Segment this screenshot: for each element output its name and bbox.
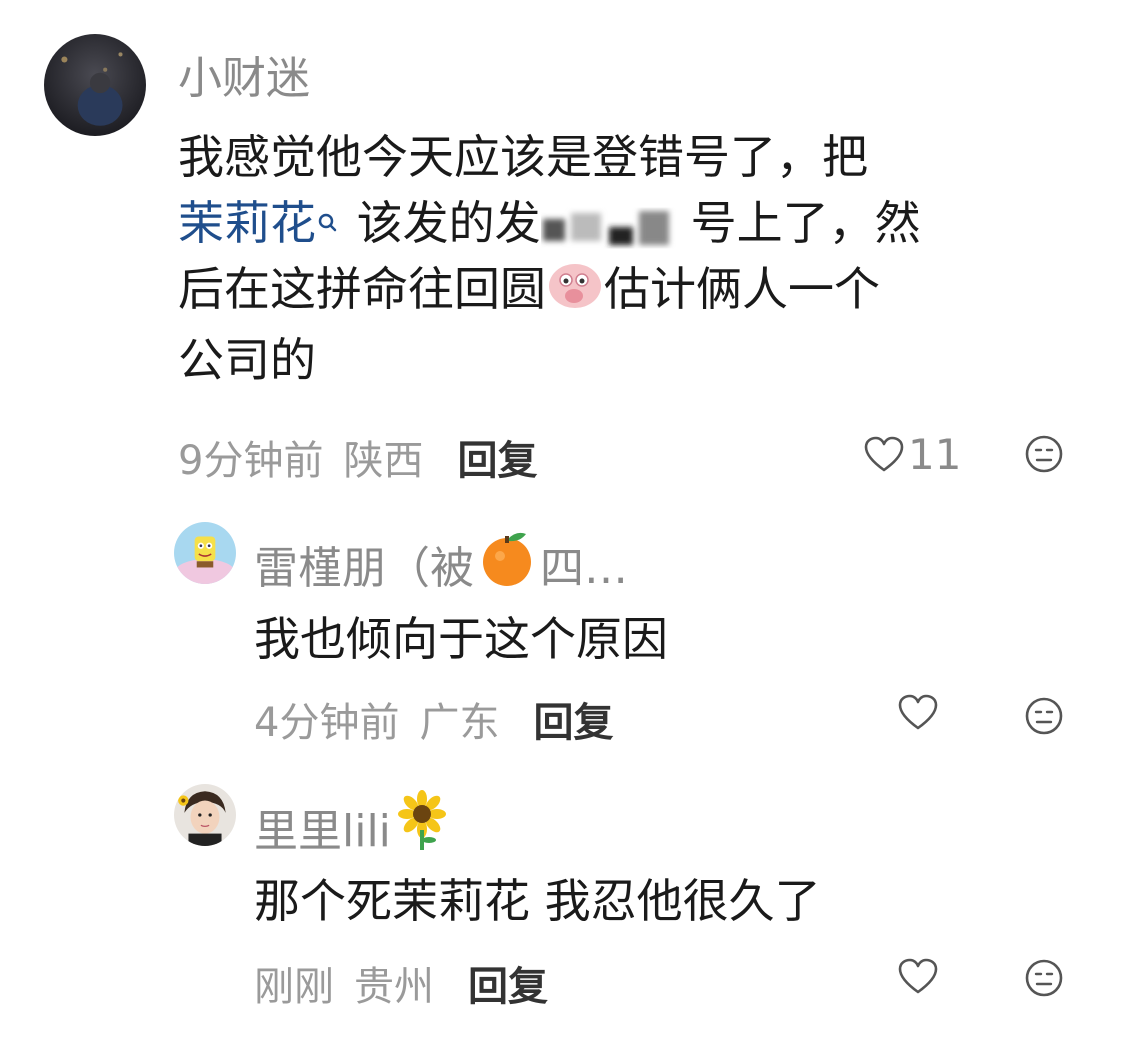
heart-outline-icon bbox=[898, 694, 938, 732]
search-icon[interactable] bbox=[316, 190, 342, 256]
comment-fragment: 号上了，然 bbox=[690, 196, 921, 250]
reply-button[interactable]: 回复 bbox=[533, 690, 613, 748]
username-text: 里里lili bbox=[254, 805, 391, 857]
location: 贵州 bbox=[354, 964, 434, 1010]
comment-meta: 刚刚 贵州 回复 bbox=[254, 954, 548, 1012]
like-button[interactable]: 11 bbox=[864, 430, 961, 479]
timestamp: 4分钟前 bbox=[254, 700, 400, 746]
like-button[interactable] bbox=[898, 694, 938, 732]
blurred-redaction bbox=[541, 201, 691, 253]
dislike-button[interactable] bbox=[1024, 696, 1064, 736]
reply-button[interactable]: 回复 bbox=[468, 954, 548, 1012]
comment-fragment: 该发的发 bbox=[356, 196, 541, 250]
like-count: 11 bbox=[908, 430, 962, 479]
heart-outline-icon bbox=[864, 436, 904, 474]
comment-line: 公司的 bbox=[178, 333, 316, 387]
covering-mouth-emoji bbox=[546, 258, 604, 327]
comment-fragment: 估计俩人一个 bbox=[604, 262, 880, 316]
location: 广东 bbox=[419, 700, 500, 746]
comment-body: 我感觉他今天应该是登错号了，把 茉莉花 该发的发 号上了，然 后在这拼命往回圆 … bbox=[178, 124, 1098, 393]
comment-meta: 9分钟前 陕西 回复 bbox=[178, 428, 537, 486]
username-text: 雷槿朋（被 bbox=[254, 542, 474, 594]
neutral-face-icon bbox=[1024, 696, 1064, 736]
comment-line: 我感觉他今天应该是登错号了，把 bbox=[178, 130, 868, 184]
topic-link[interactable]: 茉莉花 bbox=[178, 196, 316, 250]
username-text: 四… bbox=[540, 542, 628, 594]
dislike-button[interactable] bbox=[1024, 958, 1064, 998]
neutral-face-icon bbox=[1024, 434, 1064, 474]
orange-emoji bbox=[476, 528, 538, 599]
like-button[interactable] bbox=[898, 958, 938, 996]
comment-body: 那个死茉莉花 我忍他很久了 bbox=[254, 874, 821, 928]
comment-thread: 小财迷 我感觉他今天应该是登错号了，把 茉莉花 该发的发 号上了，然 后在这拼命… bbox=[0, 0, 1130, 1039]
avatar[interactable] bbox=[174, 784, 236, 846]
comment-meta: 4分钟前 广东 回复 bbox=[254, 690, 613, 748]
avatar[interactable] bbox=[44, 34, 146, 136]
comment-line: 茉莉花 该发的发 号上了，然 bbox=[178, 190, 1098, 256]
comment-body: 我也倾向于这个原因 bbox=[254, 612, 668, 666]
username[interactable]: 雷槿朋（被 四… bbox=[254, 528, 628, 599]
comment-line: 后在这拼命往回圆 估计俩人一个 bbox=[178, 256, 1098, 327]
username[interactable]: 里里lili bbox=[254, 790, 449, 863]
timestamp: 刚刚 bbox=[254, 964, 334, 1010]
username[interactable]: 小财迷 bbox=[178, 42, 310, 106]
neutral-face-icon bbox=[1024, 958, 1064, 998]
timestamp: 9分钟前 bbox=[178, 438, 324, 484]
heart-outline-icon bbox=[898, 958, 938, 996]
avatar[interactable] bbox=[174, 522, 236, 584]
location: 陕西 bbox=[343, 438, 424, 484]
sunflower-emoji bbox=[395, 790, 449, 863]
comment-fragment: 后在这拼命往回圆 bbox=[178, 262, 546, 316]
reply-button[interactable]: 回复 bbox=[457, 428, 537, 486]
dislike-button[interactable] bbox=[1024, 434, 1064, 474]
